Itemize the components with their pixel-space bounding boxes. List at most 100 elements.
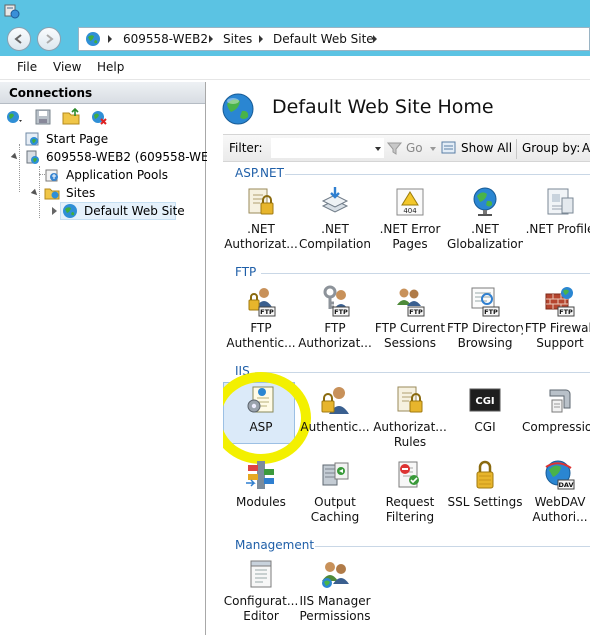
server-icon — [26, 150, 39, 164]
feature-label: FTP Authentic... — [226, 321, 296, 350]
arrow-left-icon — [14, 34, 22, 44]
filter-dropdown-arrow-icon[interactable] — [375, 147, 381, 151]
feature-request-filtering[interactable]: Request Filtering — [372, 459, 448, 537]
breadcrumb-sites[interactable]: Sites — [223, 32, 252, 46]
tree-node-sites[interactable]: Sites — [28, 184, 204, 202]
expand-arrow-icon[interactable] — [30, 188, 40, 198]
home-header: Default Web Site Home — [207, 82, 590, 132]
expand-arrow-icon[interactable] — [10, 152, 20, 162]
feature-label: .NET Compilation — [298, 222, 372, 251]
svg-text:404: 404 — [403, 207, 417, 215]
feature-configuration-editor[interactable]: Configurat... Editor — [223, 558, 299, 635]
feature-ftp-authentication[interactable]: FTP FTP Authentic... — [223, 285, 299, 363]
group-title-ftp: FTP — [235, 265, 257, 279]
tree-node-application-pools[interactable]: Application Pools — [44, 166, 204, 184]
funnel-icon — [387, 142, 403, 155]
filter-bar: Filter: Go Show All Group by: A — [223, 134, 590, 162]
ftp-sessions-icon: FTP — [397, 288, 425, 317]
collapse-arrow-icon[interactable] — [52, 207, 57, 215]
iis-manager-icon — [4, 4, 20, 19]
feature-authentication[interactable]: Authentic... — [297, 384, 373, 462]
output-caching-icon — [322, 462, 349, 486]
feature-dotnet-error-pages[interactable]: 404 .NET Error Pages — [372, 186, 448, 264]
feature-label: Authorizat... Rules — [373, 420, 447, 449]
feature-asp[interactable]: ASP — [223, 372, 311, 464]
feature-ssl-settings[interactable]: SSL Settings — [447, 459, 523, 537]
breadcrumb-server[interactable]: 609558-WEB2 — [123, 32, 208, 46]
feature-dotnet-globalization[interactable]: .NET Globalization — [447, 186, 523, 264]
feature-compression[interactable]: Compression — [522, 384, 590, 462]
menu-view[interactable]: View — [53, 60, 81, 74]
disconnect-icon[interactable] — [90, 108, 108, 126]
feature-label: .NET Profile — [525, 222, 590, 236]
globe-icon — [63, 204, 77, 218]
feature-label: FTP Current Sessions — [374, 321, 446, 350]
go-button[interactable]: Go — [406, 141, 423, 155]
feature-cgi[interactable]: CGI CGI — [447, 384, 523, 462]
tree-label: 609558-WEB2 (609558-WEB2\ — [46, 150, 229, 164]
svg-text:FTP: FTP — [334, 308, 348, 316]
show-all-button[interactable]: Show All — [461, 141, 512, 155]
breadcrumb-default-web-site[interactable]: Default Web Site — [273, 32, 374, 46]
tree-label: Default Web Site — [84, 204, 185, 218]
dotnet-compilation-icon — [321, 187, 349, 213]
feature-ftp-current-sessions[interactable]: FTP FTP Current Sessions — [372, 285, 448, 363]
save-icon[interactable] — [34, 108, 52, 126]
feature-label: Authentic... — [300, 420, 370, 434]
svg-text:FTP: FTP — [409, 308, 423, 316]
request-filtering-icon — [398, 461, 419, 488]
feature-label: Modules — [236, 495, 286, 509]
authentication-icon — [321, 387, 349, 414]
dotnet-globalization-icon — [473, 187, 497, 216]
feature-label: SSL Settings — [447, 495, 523, 509]
feature-label: Request Filtering — [385, 495, 435, 524]
forward-button[interactable] — [37, 27, 61, 51]
tree-node-start-page[interactable]: Start Page — [24, 130, 204, 148]
feature-output-caching[interactable]: Output Caching — [297, 459, 373, 537]
feature-label: FTP Firewall Support — [524, 321, 590, 350]
feature-modules[interactable]: Modules — [223, 459, 299, 537]
filter-separator — [516, 139, 517, 159]
dotnet-profile-icon — [547, 188, 574, 215]
connect-globe-icon[interactable] — [5, 108, 23, 126]
feature-iis-manager-permissions[interactable]: IIS Manager Permissions — [297, 558, 373, 635]
feature-label: IIS Manager Permissions — [299, 594, 371, 623]
ssl-settings-icon — [476, 460, 494, 489]
feature-dotnet-authorization[interactable]: .NET Authorizat... — [223, 186, 299, 264]
webdav-icon: DAV — [545, 460, 575, 490]
show-all-icon — [441, 141, 456, 154]
feature-dotnet-profile[interactable]: .NET Profile — [522, 186, 590, 264]
address-bar[interactable]: 609558-WEB2 Sites Default Web Site — [78, 27, 590, 51]
tree-node-default-web-site[interactable]: Default Web Site — [50, 202, 185, 220]
connections-header: Connections — [0, 82, 205, 104]
feature-authorization-rules[interactable]: Authorizat... Rules — [372, 384, 448, 462]
tree-label: Start Page — [46, 132, 109, 146]
title-bar — [0, 0, 590, 22]
svg-text:FTP: FTP — [559, 308, 573, 316]
feature-ftp-firewall-support[interactable]: FTP FTP Firewall Support — [522, 285, 590, 363]
feature-webdav-authoring[interactable]: DAV WebDAV Authori... — [522, 459, 590, 537]
tree-node-server[interactable]: 609558-WEB2 (609558-WEB2\ — [6, 148, 228, 166]
feature-dotnet-compilation[interactable]: .NET Compilation — [297, 186, 373, 264]
feature-ftp-authorization[interactable]: FTP FTP Authorizat... — [297, 285, 373, 363]
filter-input[interactable] — [271, 138, 384, 158]
menu-help[interactable]: Help — [97, 60, 124, 74]
feature-ftp-directory-browsing[interactable]: FTP FTP Directory Browsing — [447, 285, 523, 363]
breadcrumb-separator — [373, 35, 377, 43]
ftp-directory-browsing-icon: FTP — [471, 287, 500, 317]
asp-icon — [247, 386, 274, 413]
folder-up-icon[interactable] — [62, 108, 80, 126]
group-divider — [315, 546, 590, 547]
back-button[interactable] — [7, 27, 31, 51]
breadcrumb-separator — [259, 35, 263, 43]
menu-file[interactable]: File — [17, 60, 37, 74]
go-dropdown-arrow-icon[interactable] — [430, 147, 436, 151]
application-pools-icon — [45, 169, 58, 182]
group-divider — [261, 273, 590, 274]
content-pane: Default Web Site Home Filter: Go Show Al… — [207, 82, 590, 635]
group-title-management: Management — [235, 538, 315, 552]
compression-icon — [549, 389, 571, 413]
breadcrumb-separator — [209, 35, 213, 43]
feature-label: FTP Directory Browsing — [447, 321, 523, 350]
group-by-select[interactable]: A — [582, 141, 590, 155]
